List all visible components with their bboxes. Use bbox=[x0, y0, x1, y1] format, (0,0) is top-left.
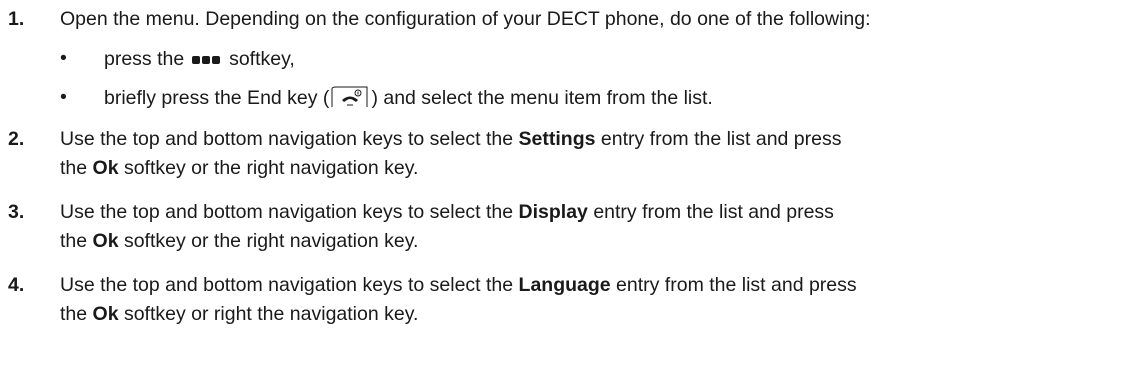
softkey-name: Ok bbox=[92, 303, 119, 325]
end-key-icon bbox=[331, 86, 368, 107]
menu-entry-name: Display bbox=[518, 201, 588, 223]
step-number: 3. bbox=[8, 201, 25, 223]
step-line-1: Use the top and bottom navigation keys t… bbox=[60, 201, 834, 224]
text-run: entry from the list and press bbox=[610, 274, 857, 296]
bullet-symbol: • bbox=[60, 86, 67, 108]
bullet-text-after: softkey, bbox=[229, 48, 295, 71]
text-run: the bbox=[60, 157, 93, 179]
bullet-text: briefly press the End key ( ) and select… bbox=[104, 86, 713, 112]
text-run: the bbox=[60, 230, 93, 252]
bullet-text-after: ) and select the menu item from the list… bbox=[371, 87, 713, 110]
step-number: 2. bbox=[8, 128, 25, 150]
text-run: Use the top and bottom navigation keys t… bbox=[60, 274, 519, 296]
softkey-name: Ok bbox=[92, 230, 119, 252]
step-number: 1. bbox=[8, 8, 25, 30]
text-run: softkey or the right navigation key. bbox=[118, 230, 419, 252]
text-run: softkey or the right navigation key. bbox=[118, 157, 419, 179]
bullet-text-before: press the bbox=[104, 48, 185, 71]
menu-entry-name: Language bbox=[518, 274, 611, 296]
step-line-1: Use the top and bottom navigation keys t… bbox=[60, 128, 842, 151]
text-run: entry from the list and press bbox=[595, 128, 842, 150]
softkey-name: Ok bbox=[92, 157, 119, 179]
text-run: the bbox=[60, 303, 93, 325]
text-run: entry from the list and press bbox=[587, 201, 834, 223]
step-number: 4. bbox=[8, 274, 25, 296]
three-dots-softkey-icon bbox=[191, 47, 222, 70]
bullet-symbol: • bbox=[60, 47, 67, 69]
step-text: Open the menu. Depending on the configur… bbox=[60, 8, 871, 30]
step-line-2: the Ok softkey or the right navigation k… bbox=[60, 157, 418, 180]
text-run: softkey or right the navigation key. bbox=[118, 303, 419, 325]
instruction-page: 1. Open the menu. Depending on the confi… bbox=[0, 0, 1124, 383]
text-run: Use the top and bottom navigation keys t… bbox=[60, 128, 519, 150]
bullet-text: press the softkey, bbox=[104, 47, 295, 73]
bullet-text-before: briefly press the End key ( bbox=[104, 87, 330, 110]
step-line-2: the Ok softkey or the right navigation k… bbox=[60, 230, 418, 253]
text-run: Use the top and bottom navigation keys t… bbox=[60, 201, 519, 223]
step-line-1: Use the top and bottom navigation keys t… bbox=[60, 274, 857, 297]
menu-entry-name: Settings bbox=[518, 128, 596, 150]
step-line-2: the Ok softkey or right the navigation k… bbox=[60, 303, 418, 326]
